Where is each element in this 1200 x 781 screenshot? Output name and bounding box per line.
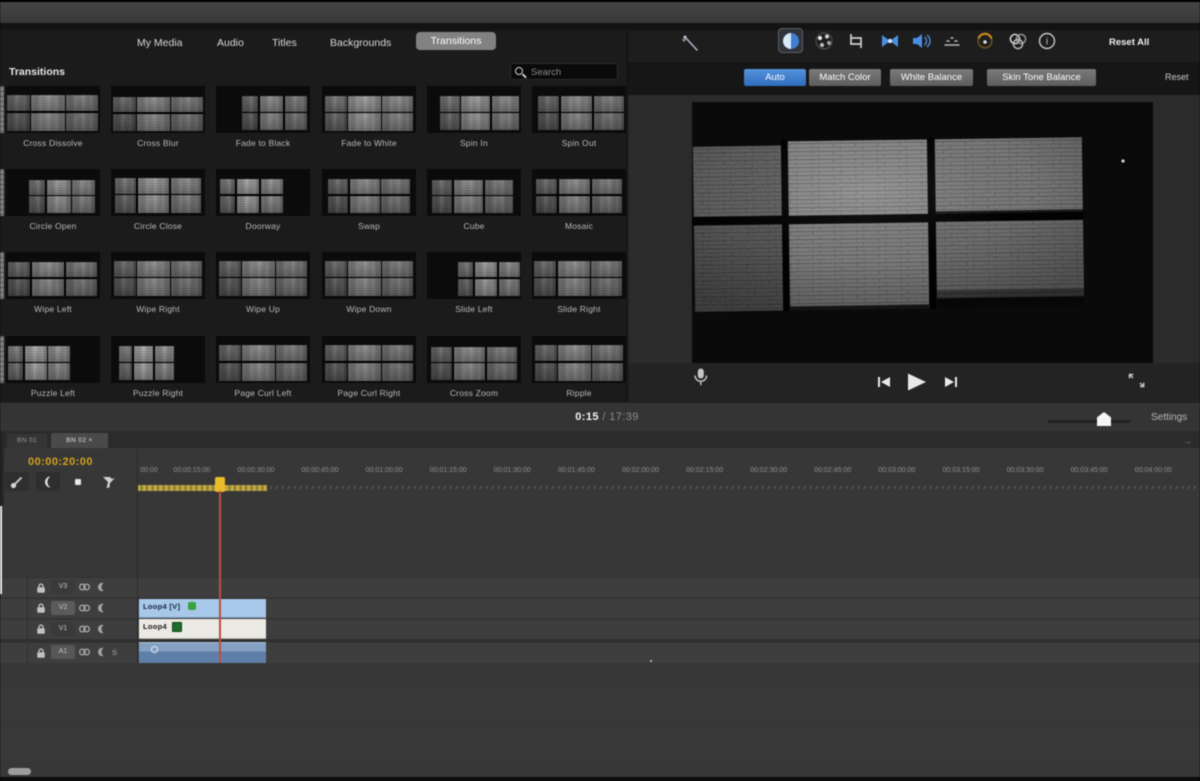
svg-text:i: i <box>1046 37 1048 48</box>
